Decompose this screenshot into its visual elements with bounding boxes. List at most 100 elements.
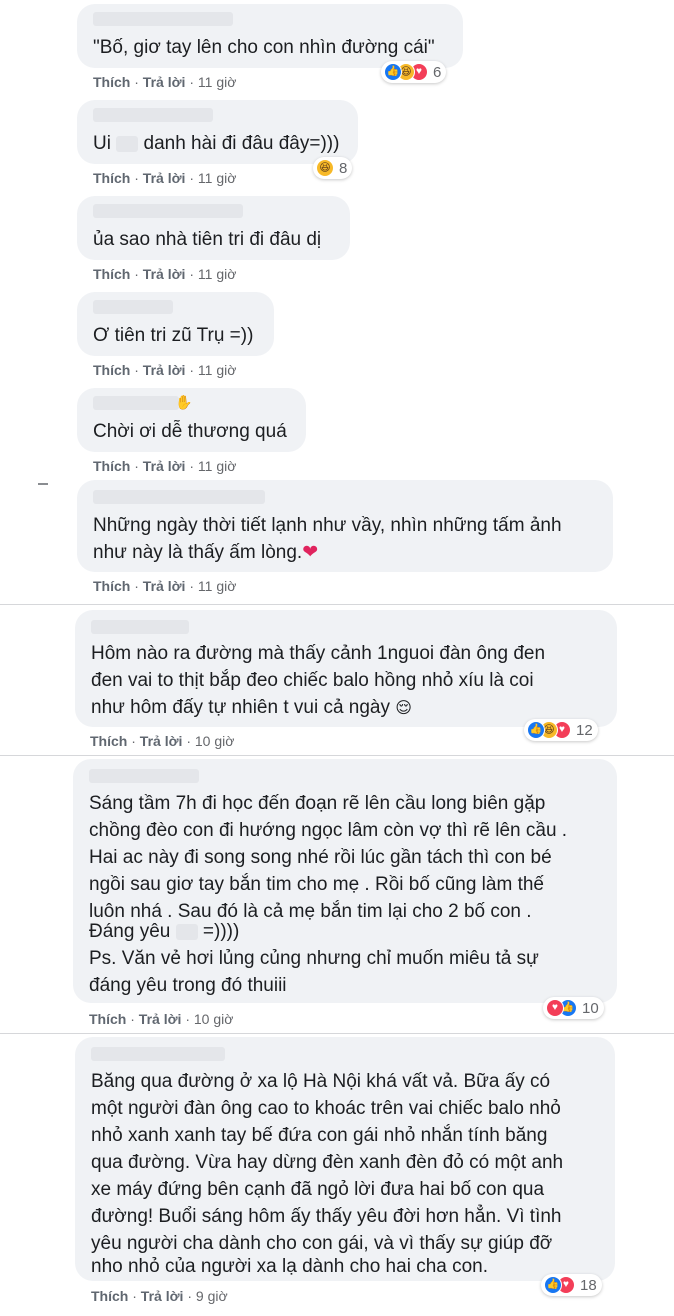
reply-link[interactable]: Trả lời bbox=[143, 266, 186, 282]
comment-text: "Bố, giơ tay lên cho con nhìn đường cái" bbox=[93, 37, 435, 58]
like-link[interactable]: Thích bbox=[93, 578, 130, 594]
comment-text: Ps. Văn vẻ hơi lủng củng nhưng chỉ muốn … bbox=[89, 948, 539, 969]
author-name-blurred[interactable] bbox=[91, 1047, 225, 1061]
screenshot-divider bbox=[0, 755, 674, 756]
reaction-count: 8 bbox=[339, 159, 348, 177]
like-link[interactable]: Thích bbox=[89, 1011, 126, 1027]
comment-text: Ui danh hài đi đâu đây=))) bbox=[93, 133, 340, 154]
comment-bubble: ủa sao nhà tiên tri đi đâu dị bbox=[77, 196, 350, 260]
reply-link[interactable]: Trả lời bbox=[143, 74, 186, 90]
like-icon: 👍 bbox=[544, 1276, 562, 1294]
comment-text: qua đường. Vừa hay dừng đèn xanh đèn đỏ … bbox=[91, 1152, 564, 1173]
comment-time[interactable]: 10 giờ bbox=[194, 1011, 234, 1027]
reply-link[interactable]: Trả lời bbox=[139, 1011, 182, 1027]
comment-text: Đáng yêu =)))) bbox=[89, 921, 240, 942]
heart-icon: ♥ bbox=[546, 999, 564, 1017]
like-link[interactable]: Thích bbox=[91, 1288, 128, 1304]
comment-text: như hôm đấy tự nhiên t vui cả ngày 😌 bbox=[91, 697, 412, 718]
reactions-summary[interactable]: 👍 😆 ♥ 12 bbox=[524, 719, 598, 741]
comment-bubble: Hôm nào ra đường mà thấy cảnh 1nguoi đàn… bbox=[75, 610, 617, 727]
comment-text: Những ngày thời tiết lạnh như vầy, nhìn … bbox=[93, 515, 562, 536]
comment-text: Hôm nào ra đường mà thấy cảnh 1nguoi đàn… bbox=[91, 643, 546, 664]
reply-link[interactable]: Trả lời bbox=[143, 170, 186, 186]
reactions-summary[interactable]: 😆 8 bbox=[313, 157, 353, 179]
reaction-count: 10 bbox=[582, 999, 599, 1017]
comment-actions: Thích · Trả lời · 11 giờ bbox=[93, 74, 237, 90]
reply-link[interactable]: Trả lời bbox=[141, 1288, 184, 1304]
comment-text: ngồi sau giơ tay bắn tim cho mẹ . Rồi bố… bbox=[89, 874, 544, 895]
comment-text: đen vai to thịt bắp đeo chiếc balo hồng … bbox=[91, 670, 534, 691]
comment-text: một người đàn ông cao to khoác trên vai … bbox=[91, 1098, 561, 1119]
comment-actions: Thích · Trả lời · 10 giờ bbox=[89, 1011, 234, 1027]
reply-link[interactable]: Trả lời bbox=[143, 578, 186, 594]
reactions-summary[interactable]: ♥ 👍 10 bbox=[543, 997, 604, 1019]
comment-actions: Thích · Trả lời · 11 giờ bbox=[93, 578, 237, 594]
thread-line-mark bbox=[38, 483, 48, 485]
waving-hand-icon: ✋ bbox=[175, 394, 193, 410]
comment-text: nhỏ xanh xanh tay bế đứa con gái nhỏ nhắ… bbox=[91, 1125, 548, 1146]
comment-bubble: Ui danh hài đi đâu đây=))) bbox=[77, 100, 358, 164]
like-link[interactable]: Thích bbox=[93, 266, 130, 282]
comment-time[interactable]: 9 giờ bbox=[196, 1288, 228, 1304]
like-link[interactable]: Thích bbox=[93, 170, 130, 186]
screenshot-divider bbox=[0, 1033, 674, 1034]
reactions-summary[interactable]: 👍 ♥ 18 bbox=[541, 1274, 602, 1296]
reply-link[interactable]: Trả lời bbox=[140, 733, 183, 749]
author-name-blurred[interactable] bbox=[93, 12, 233, 26]
reply-link[interactable]: Trả lời bbox=[143, 362, 186, 378]
comment-bubble: Băng qua đường ở xa lộ Hà Nội khá vất vả… bbox=[75, 1037, 615, 1281]
like-link[interactable]: Thích bbox=[93, 458, 130, 474]
like-link[interactable]: Thích bbox=[90, 733, 127, 749]
comment-bubble: Những ngày thời tiết lạnh như vầy, nhìn … bbox=[77, 480, 613, 572]
comment-time[interactable]: 11 giờ bbox=[198, 74, 237, 90]
comment-text: đường! Buổi sáng hôm ấy thấy yêu đời hơn… bbox=[91, 1206, 562, 1227]
comment-text: Chời ơi dễ thương quá bbox=[93, 421, 287, 442]
comment-text: xe máy đứng bên cạnh đã ngỏ lời đưa hai … bbox=[91, 1179, 545, 1200]
comment-text: Ơ tiên tri zũ Trụ =)) bbox=[93, 325, 254, 346]
comment-actions: Thích · Trả lời · 10 giờ bbox=[90, 733, 235, 749]
comment-text: ủa sao nhà tiên tri đi đâu dị bbox=[93, 229, 322, 250]
comment-actions: Thích · Trả lời · 9 giờ bbox=[91, 1288, 228, 1304]
author-name-blurred[interactable] bbox=[93, 204, 243, 218]
comment-bubble: Sáng tầm 7h đi học đến đoạn rẽ lên cầu l… bbox=[73, 759, 617, 1003]
laughing-face-icon: 😆 bbox=[316, 159, 334, 177]
reply-link[interactable]: Trả lời bbox=[143, 458, 186, 474]
blurred-mention bbox=[175, 923, 198, 940]
comment-time[interactable]: 11 giờ bbox=[198, 170, 237, 186]
comment-text: đáng yêu trong đó thuiii bbox=[89, 975, 287, 996]
comment-text: Sáng tầm 7h đi học đến đoạn rẽ lên cầu l… bbox=[89, 793, 546, 814]
relieved-face-icon: 😌 bbox=[395, 700, 412, 717]
comment-text: chồng đèo con đi hướng ngọc lâm còn vợ t… bbox=[89, 820, 568, 841]
comment-bubble: Ơ tiên tri zũ Trụ =)) bbox=[77, 292, 274, 356]
author-name-blurred[interactable] bbox=[89, 769, 199, 783]
comment-time[interactable]: 10 giờ bbox=[195, 733, 235, 749]
author-name-blurred[interactable] bbox=[93, 108, 213, 122]
comment-actions: Thích · Trả lời · 11 giờ bbox=[93, 362, 237, 378]
comment-time[interactable]: 11 giờ bbox=[198, 266, 237, 282]
comment-time[interactable]: 11 giờ bbox=[198, 578, 237, 594]
reaction-count: 18 bbox=[580, 1276, 597, 1294]
like-link[interactable]: Thích bbox=[93, 362, 130, 378]
heart-icon: ❤ bbox=[302, 542, 319, 563]
comment-text: Băng qua đường ở xa lộ Hà Nội khá vất vả… bbox=[91, 1071, 551, 1092]
like-link[interactable]: Thích bbox=[93, 74, 130, 90]
author-name-blurred[interactable] bbox=[93, 396, 179, 410]
comment-actions: Thích · Trả lời · 11 giờ bbox=[93, 170, 237, 186]
like-icon: 👍 bbox=[384, 63, 402, 81]
reactions-summary[interactable]: 👍 😆 ♥ 6 bbox=[381, 61, 447, 83]
like-icon: 👍 bbox=[527, 721, 545, 739]
author-name-blurred[interactable] bbox=[91, 620, 189, 634]
reaction-count: 6 bbox=[433, 63, 442, 81]
comment-actions: Thích · Trả lời · 11 giờ bbox=[93, 458, 237, 474]
author-name-blurred[interactable] bbox=[93, 300, 173, 314]
comment-text: nho nhỏ của người xa lạ dành cho hai cha… bbox=[91, 1256, 489, 1277]
comment-bubble: "Bố, giơ tay lên cho con nhìn đường cái" bbox=[77, 4, 463, 68]
comment-bubble: ✋ Chời ơi dễ thương quá bbox=[77, 388, 306, 452]
comment-time[interactable]: 11 giờ bbox=[198, 458, 237, 474]
comment-text: Hai ac này đi song song nhé rồi lúc gần … bbox=[89, 847, 552, 868]
comment-time[interactable]: 11 giờ bbox=[198, 362, 237, 378]
comment-text: như này là thấy ấm lòng.❤ bbox=[93, 542, 319, 563]
blurred-mention bbox=[116, 135, 139, 152]
author-name-blurred[interactable] bbox=[93, 490, 265, 504]
screenshot-divider bbox=[0, 604, 674, 605]
